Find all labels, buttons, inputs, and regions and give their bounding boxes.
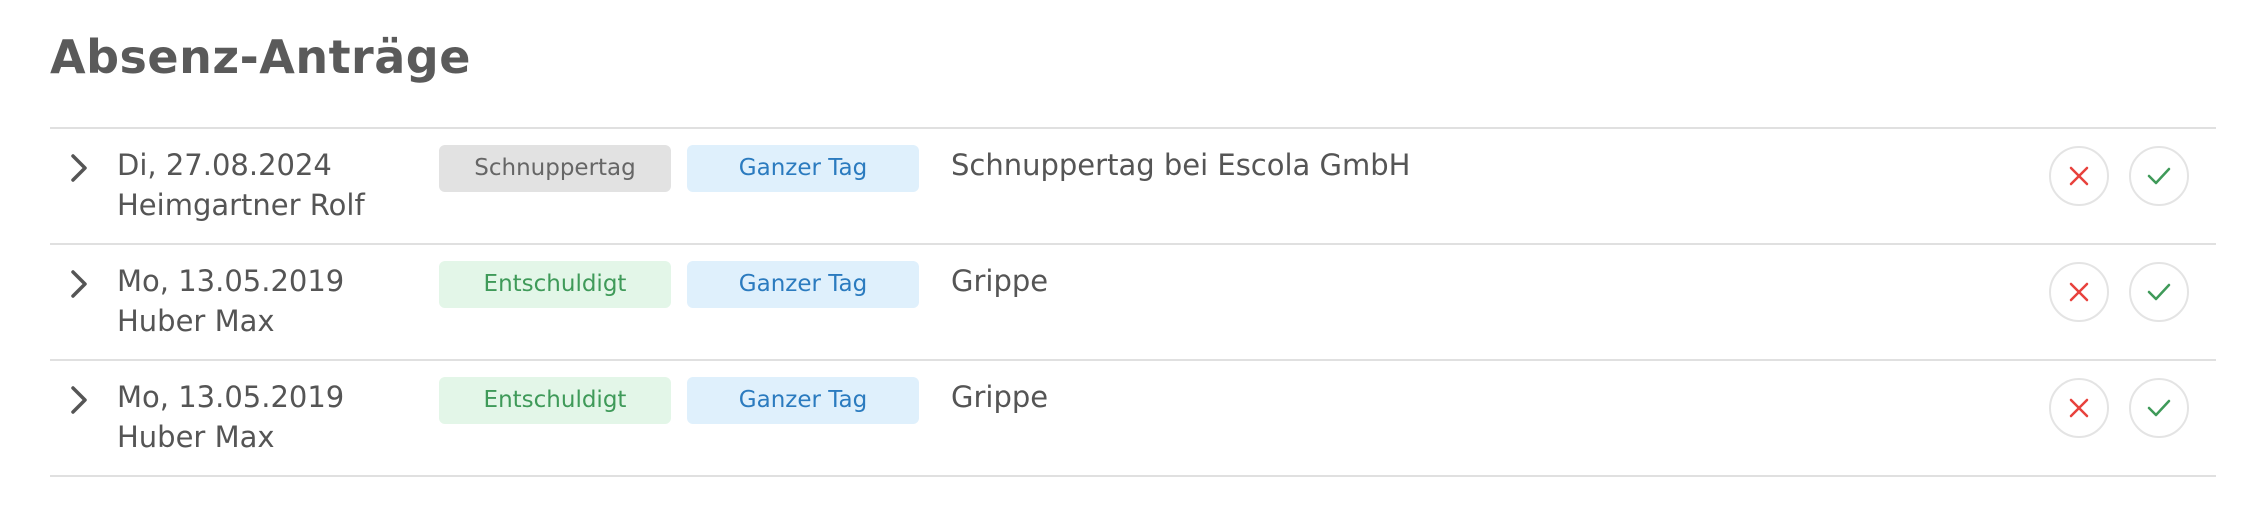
absence-type-badge: Entschuldigt — [439, 261, 671, 308]
student-name: Huber Max — [117, 304, 275, 338]
expand-row-button[interactable] — [64, 151, 94, 185]
duration-badge: Ganzer Tag — [687, 261, 919, 308]
absence-type-badge: Schnuppertag — [439, 145, 671, 192]
check-icon — [2147, 399, 2171, 417]
request-comment: Grippe — [951, 380, 1049, 414]
approve-button[interactable] — [2129, 262, 2189, 322]
absence-request-list: Di, 27.08.2024 Heimgartner Rolf Schnuppe… — [50, 127, 2216, 477]
duration-badge: Ganzer Tag — [687, 145, 919, 192]
expand-row-button[interactable] — [64, 383, 94, 417]
reject-button[interactable] — [2049, 262, 2109, 322]
request-person: Mo, 13.05.2019 Huber Max — [117, 261, 344, 341]
approve-button[interactable] — [2129, 146, 2189, 206]
reject-button[interactable] — [2049, 378, 2109, 438]
expand-row-button[interactable] — [64, 267, 94, 301]
absence-type-badge: Entschuldigt — [439, 377, 671, 424]
absence-request-row: Di, 27.08.2024 Heimgartner Rolf Schnuppe… — [50, 129, 2216, 245]
close-icon — [2069, 282, 2089, 302]
duration-badge: Ganzer Tag — [687, 377, 919, 424]
check-icon — [2147, 283, 2171, 301]
request-comment: Grippe — [951, 264, 1049, 298]
absence-request-row: Mo, 13.05.2019 Huber Max Entschuldigt Ga… — [50, 245, 2216, 361]
absence-requests-page: Absenz-Anträge Di, 27.08.2024 Heimgartne… — [0, 0, 2260, 530]
chevron-right-icon — [71, 386, 87, 414]
absence-request-row: Mo, 13.05.2019 Huber Max Entschuldigt Ga… — [50, 361, 2216, 477]
close-icon — [2069, 166, 2089, 186]
student-name: Huber Max — [117, 420, 275, 454]
page-title: Absenz-Anträge — [50, 30, 471, 84]
chevron-right-icon — [71, 270, 87, 298]
request-date: Mo, 13.05.2019 — [117, 380, 345, 414]
request-date: Mo, 13.05.2019 — [117, 264, 345, 298]
chevron-right-icon — [71, 154, 87, 182]
request-date: Di, 27.08.2024 — [117, 148, 332, 182]
request-person: Mo, 13.05.2019 Huber Max — [117, 377, 344, 457]
reject-button[interactable] — [2049, 146, 2109, 206]
request-person: Di, 27.08.2024 Heimgartner Rolf — [117, 145, 365, 225]
approve-button[interactable] — [2129, 378, 2189, 438]
request-comment: Schnuppertag bei Escola GmbH — [951, 148, 1411, 182]
close-icon — [2069, 398, 2089, 418]
check-icon — [2147, 167, 2171, 185]
student-name: Heimgartner Rolf — [117, 188, 365, 222]
